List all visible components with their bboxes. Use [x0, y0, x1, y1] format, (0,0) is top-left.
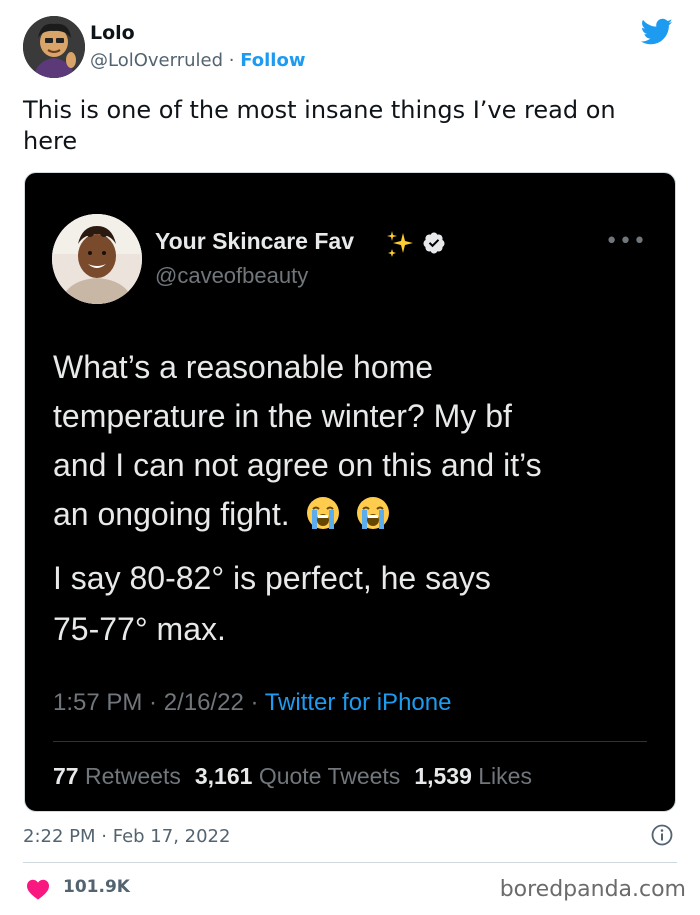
- embedded-tweet-text: What’s a reasonable home temperature in …: [53, 343, 653, 539]
- lolo-avatar[interactable]: [23, 16, 85, 78]
- heart-icon[interactable]: [26, 878, 50, 900]
- embedded-time: 1:57 PM: [53, 689, 143, 716]
- outer-tweet-meta[interactable]: 2:22 PM · Feb 17, 2022: [23, 826, 230, 847]
- like-count[interactable]: 101.9K: [63, 877, 130, 897]
- embedded-text-line: I say 80-82° is perfect, he says: [53, 560, 491, 596]
- loudly-crying-face-icon: [306, 497, 339, 529]
- meta-separator: ·: [243, 689, 265, 716]
- outer-tweet-header: Lolo @LolOverruled · Follow: [23, 16, 683, 82]
- retweet-label: Retweets: [84, 763, 181, 789]
- outer-divider: [23, 862, 677, 863]
- embedded-author-handle: @caveofbeauty: [155, 263, 309, 288]
- embedded-text-line: temperature in the winter? My bf: [53, 398, 512, 434]
- outer-date[interactable]: Feb 17, 2022: [113, 826, 231, 847]
- retweet-count: 77: [53, 763, 79, 789]
- handle-separator: ·: [223, 50, 241, 71]
- embedded-source: Twitter for iPhone: [264, 689, 452, 716]
- embedded-text-line: What’s a reasonable home: [53, 349, 434, 385]
- embedded-author-name: Your Skincare Fav: [155, 228, 354, 254]
- likes-label: Likes: [478, 763, 532, 789]
- outer-tweet-text: This is one of the most insane things I’…: [23, 96, 616, 155]
- more-options-icon: •••: [605, 229, 647, 254]
- outer-author-handle-row: @LolOverruled · Follow: [90, 50, 305, 71]
- loudly-crying-face-icon: [357, 497, 390, 529]
- embedded-text-line-with-emoji: an ongoing fight.: [53, 490, 653, 539]
- embedded-tweet-text-paragraph-2: I say 80-82° is perfect, he says 75-77° …: [53, 553, 653, 655]
- follow-button[interactable]: Follow: [240, 50, 305, 71]
- watermark: boredpanda.com: [499, 877, 686, 902]
- embedded-divider: [53, 741, 647, 742]
- quote-tweet-count: 3,161: [194, 763, 253, 789]
- embedded-tweet-screenshot[interactable]: Your Skincare Fav @caveofbeauty ••• What…: [24, 172, 676, 812]
- outer-author-handle[interactable]: @LolOverruled: [90, 50, 223, 71]
- meta-separator: ·: [95, 826, 113, 847]
- embedded-tweet-meta: 1:57 PM · 2/16/22 · Twitter for iPhone: [53, 689, 451, 717]
- embedded-text-line: an ongoing fight.: [53, 496, 290, 532]
- skincare-avatar: [52, 214, 142, 304]
- verified-badge-icon: [423, 232, 445, 254]
- like-count-embedded: 1,539: [414, 763, 472, 789]
- meta-separator: ·: [142, 689, 164, 716]
- embedded-text-line: 75-77° max.: [53, 611, 226, 647]
- quote-tweet-label: Quote Tweets: [258, 763, 401, 789]
- embedded-date: 2/16/22: [163, 689, 244, 716]
- sparkles-icon: [387, 231, 413, 257]
- embedded-text-line: and I can not agree on this and it’s: [53, 447, 542, 483]
- info-icon[interactable]: [651, 824, 673, 846]
- twitter-bird-icon[interactable]: [641, 18, 673, 46]
- embedded-tweet-stats: 77 Retweets 3,161 Quote Tweets 1,539 Likes: [53, 763, 532, 790]
- outer-author-name[interactable]: Lolo: [90, 22, 135, 44]
- outer-time[interactable]: 2:22 PM: [23, 826, 96, 847]
